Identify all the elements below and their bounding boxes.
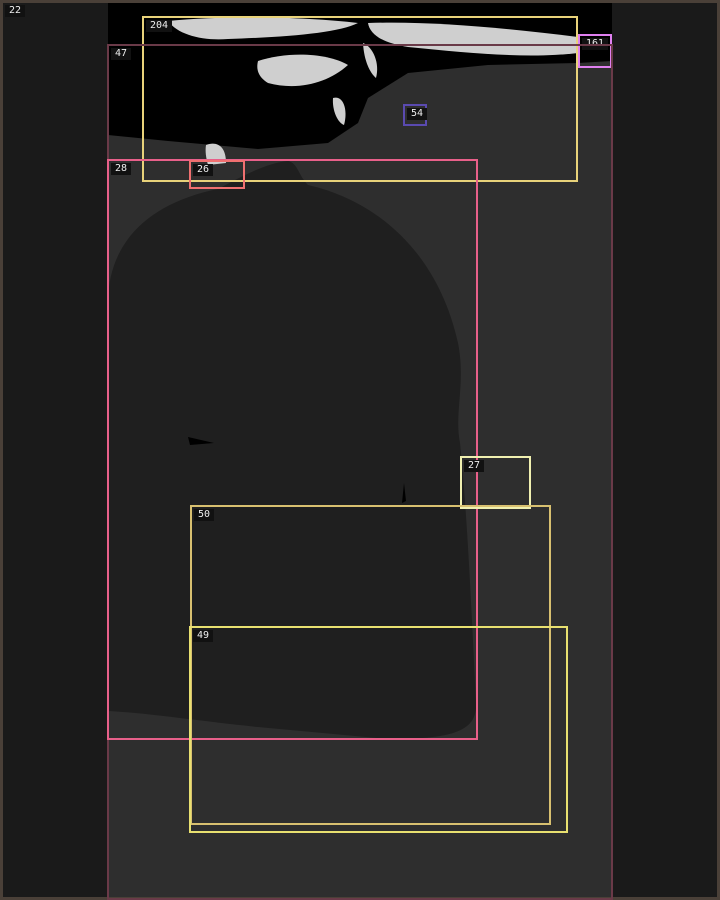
- annotation-label: 28: [111, 163, 132, 175]
- annotation-box-26[interactable]: 26: [189, 160, 245, 189]
- annotation-box-49[interactable]: 49: [189, 626, 568, 833]
- annotation-label: 26: [193, 164, 214, 176]
- annotation-label: 50: [194, 509, 215, 521]
- annotation-label: 22: [5, 5, 26, 17]
- annotation-box-54[interactable]: 54: [403, 104, 428, 126]
- annotation-label: 27: [464, 460, 485, 472]
- annotation-label: 47: [111, 48, 132, 60]
- annotation-label: 49: [193, 630, 214, 642]
- annotation-label: 54: [407, 108, 428, 120]
- annotation-box-27[interactable]: 27: [460, 456, 531, 509]
- annotation-label: 204: [146, 20, 173, 32]
